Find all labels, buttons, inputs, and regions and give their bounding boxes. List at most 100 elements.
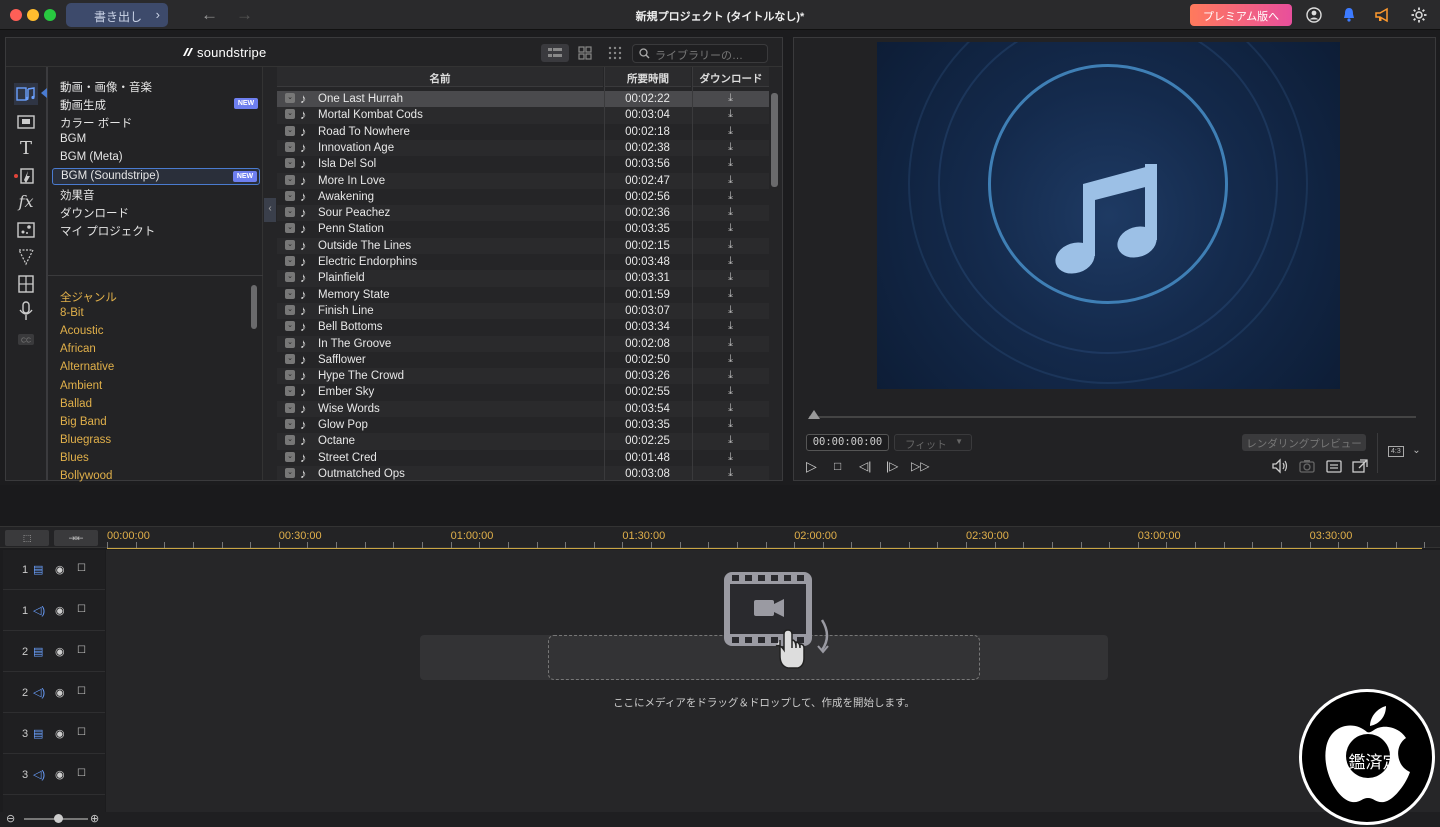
genre-item[interactable]: Ballad — [60, 398, 92, 410]
fit-timeline-button[interactable]: ⇥⇤ — [54, 530, 98, 546]
genre-scrollbar[interactable] — [251, 285, 257, 329]
download-icon[interactable]: ⤓ — [692, 369, 769, 382]
category-my-projects[interactable]: マイ プロジェクト — [52, 222, 260, 239]
download-icon[interactable]: ⤓ — [692, 418, 769, 431]
track-row[interactable]: ⌄ ♪ Innovation Age 00:02:38 ⤓ — [277, 139, 769, 157]
expand-chevron-icon[interactable]: ⌄ — [285, 125, 295, 136]
lock-icon[interactable]: ☐ — [77, 768, 86, 779]
download-icon[interactable]: ⤓ — [692, 353, 769, 366]
column-header-duration[interactable]: 所要時間 — [604, 67, 691, 87]
expand-chevron-icon[interactable]: ⌄ — [285, 402, 295, 413]
track-row[interactable]: ⌄ ♪ Memory State 00:01:59 ⤓ — [277, 287, 769, 303]
render-preview-button[interactable]: レンダリングプレビュー — [1242, 434, 1366, 451]
premium-upgrade-button[interactable]: プレミアム版へ — [1190, 4, 1292, 26]
download-icon[interactable]: ⤓ — [692, 92, 769, 105]
expand-chevron-icon[interactable]: ⌄ — [285, 304, 295, 315]
subtitle-list-icon[interactable] — [1325, 458, 1343, 474]
media-library-tab[interactable] — [14, 83, 38, 105]
genre-item[interactable]: 全ジャンル — [60, 289, 117, 305]
expand-chevron-icon[interactable]: ⌄ — [285, 174, 295, 185]
transition-tab[interactable] — [14, 111, 38, 133]
library-search-input[interactable]: ライブラリーの… — [632, 44, 768, 63]
track-header-video[interactable]: 3 ▤ ◉ ☐ — [3, 714, 105, 754]
expand-chevron-icon[interactable]: ⌄ — [285, 207, 295, 218]
category-downloads[interactable]: ダウンロード — [52, 204, 260, 221]
download-icon[interactable]: ⤓ — [692, 451, 769, 464]
megaphone-icon[interactable] — [1374, 6, 1392, 24]
track-row[interactable]: ⌄ ♪ In The Groove 00:02:08 ⤓ — [277, 335, 769, 352]
download-icon[interactable]: ⤓ — [692, 288, 769, 301]
download-icon[interactable]: ⤓ — [692, 222, 769, 235]
account-icon[interactable] — [1305, 6, 1323, 24]
lock-icon[interactable]: ☐ — [77, 686, 86, 697]
track-row[interactable]: ⌄ ♪ Glow Pop 00:03:35 ⤓ — [277, 417, 769, 433]
expand-chevron-icon[interactable]: ⌄ — [285, 190, 295, 201]
download-icon[interactable]: ⤓ — [692, 337, 769, 350]
zoom-out-icon[interactable]: ⊖ — [6, 812, 15, 825]
redo-arrow-icon[interactable]: → — [236, 5, 253, 25]
category-video-generation[interactable]: 動画生成 NEW — [52, 96, 260, 113]
voice-record-tab[interactable] — [14, 300, 38, 322]
export-button[interactable]: 書き出し › — [66, 3, 168, 27]
track-row[interactable]: ⌄ ♪ Sour Peachez 00:02:36 ⤓ — [277, 205, 769, 222]
fit-zoom-select[interactable]: フィット ▼ — [894, 434, 972, 451]
download-icon[interactable]: ⤓ — [692, 304, 769, 317]
snapshot-camera-icon[interactable] — [1298, 458, 1316, 474]
track-table-scrollbar[interactable] — [771, 93, 778, 187]
small-grid-view-button[interactable] — [601, 44, 629, 62]
expand-chevron-icon[interactable]: ⌄ — [285, 93, 295, 103]
category-bgm-meta[interactable]: BGM (Meta) — [52, 150, 260, 167]
track-row[interactable]: ⌄ ♪ Penn Station 00:03:35 ⤓ — [277, 221, 769, 237]
expand-chevron-icon[interactable]: ⌄ — [285, 451, 295, 462]
undo-arrow-icon[interactable]: ← — [201, 5, 218, 25]
lock-icon[interactable]: ☐ — [77, 563, 86, 574]
track-row[interactable]: ⌄ ♪ Plainfield 00:03:31 ⤓ — [277, 270, 769, 287]
track-header-audio[interactable]: 2 ◁) ◉ ☐ — [3, 673, 105, 713]
track-row[interactable]: ⌄ ♪ Octane 00:02:25 ⤓ — [277, 433, 769, 450]
visibility-eye-icon[interactable]: ◉ — [55, 645, 65, 658]
visibility-eye-icon[interactable]: ◉ — [55, 768, 65, 781]
track-row[interactable]: ⌄ ♪ Ember Sky 00:02:55 ⤓ — [277, 384, 769, 400]
text-tool-tab[interactable]: T — [14, 138, 38, 160]
download-icon[interactable]: ⤓ — [692, 174, 769, 187]
expand-chevron-icon[interactable]: ⌄ — [285, 337, 295, 348]
expand-chevron-icon[interactable]: ⌄ — [285, 223, 295, 234]
download-icon[interactable]: ⤓ — [692, 125, 769, 138]
track-row[interactable]: ⌄ ♪ More In Love 00:02:47 ⤓ — [277, 172, 769, 189]
category-sound-effects[interactable]: 効果音 — [52, 186, 260, 203]
genre-item[interactable]: Bollywood — [60, 470, 112, 482]
download-icon[interactable]: ⤓ — [692, 385, 769, 398]
collapse-panel-button[interactable]: ‹ — [264, 198, 276, 222]
genre-item[interactable]: Acoustic — [60, 325, 103, 337]
track-row[interactable]: ⌄ ♪ Isla Del Sol 00:03:56 ⤓ — [277, 156, 769, 172]
column-header-name[interactable]: 名前 — [277, 67, 603, 87]
visibility-eye-icon[interactable]: ◉ — [55, 727, 65, 740]
template-tab[interactable] — [14, 273, 38, 295]
expand-chevron-icon[interactable]: ⌄ — [285, 370, 295, 381]
download-icon[interactable]: ⤓ — [692, 467, 769, 480]
track-row[interactable]: ⌄ ♪ Electric Endorphins 00:03:48 ⤓ — [277, 254, 769, 270]
zoom-in-icon[interactable]: ⊕ — [90, 812, 99, 825]
lock-icon[interactable]: ☐ — [77, 727, 86, 738]
expand-chevron-icon[interactable]: ⌄ — [285, 141, 295, 152]
track-row[interactable]: ⌄ ♪ Mortal Kombat Cods 00:03:04 ⤓ — [277, 107, 769, 124]
track-row[interactable]: ⌄ ♪ Awakening 00:02:56 ⤓ — [277, 189, 769, 205]
download-icon[interactable]: ⤓ — [692, 206, 769, 219]
expand-chevron-icon[interactable]: ⌄ — [285, 256, 295, 266]
settings-gear-icon[interactable] — [1410, 6, 1428, 24]
fast-forward-icon[interactable]: ▷▷ — [911, 459, 929, 473]
playhead-handle[interactable] — [808, 410, 820, 419]
expand-chevron-icon[interactable]: ⌄ — [285, 272, 295, 283]
effects-tab[interactable] — [14, 165, 38, 187]
lock-icon[interactable]: ☐ — [77, 604, 86, 615]
genre-item[interactable]: African — [60, 343, 96, 355]
track-row[interactable]: ⌄ ♪ Outside The Lines 00:02:15 ⤓ — [277, 237, 769, 254]
download-icon[interactable]: ⤓ — [692, 320, 769, 333]
visibility-eye-icon[interactable]: ◉ — [55, 686, 65, 699]
genre-item[interactable]: 8-Bit — [60, 307, 84, 319]
track-row[interactable]: ⌄ ♪ Bell Bottoms 00:03:34 ⤓ — [277, 319, 769, 335]
download-icon[interactable]: ⤓ — [692, 255, 769, 268]
preview-timecode[interactable]: 00:00:00:00 — [806, 434, 889, 451]
category-bgm[interactable]: BGM — [52, 132, 260, 149]
download-icon[interactable]: ⤓ — [692, 239, 769, 252]
